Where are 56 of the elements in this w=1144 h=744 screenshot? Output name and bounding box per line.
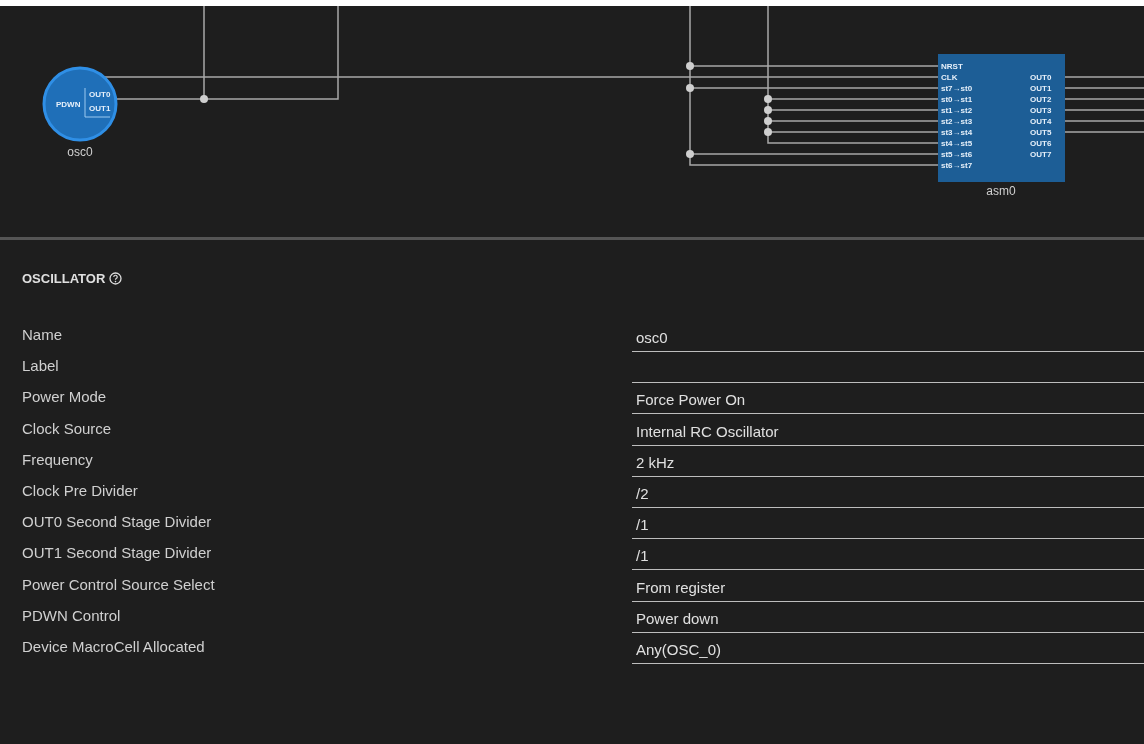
junction-dot	[686, 62, 694, 70]
property-label: PDWN Control	[22, 606, 122, 625]
pin-label: st2→st3	[941, 117, 973, 126]
pin-label: OUT6	[1030, 139, 1052, 148]
oscillator-node[interactable]	[42, 66, 118, 142]
pin-label: OUT2	[1030, 95, 1052, 104]
junction-dot	[686, 150, 694, 158]
node-label: asm0	[986, 184, 1016, 198]
value-field[interactable]: Force Power On	[632, 391, 1144, 415]
pin-label: OUT4	[1030, 117, 1052, 126]
pin-label: PDWN	[56, 100, 81, 109]
junction-dot	[764, 106, 772, 114]
pin-label: OUT0	[1030, 73, 1052, 82]
value-field[interactable]: /1	[632, 547, 1144, 571]
junction-dot	[200, 95, 208, 103]
value-field[interactable]: /1	[632, 516, 1144, 540]
value-field[interactable]: Power down	[632, 609, 1144, 633]
junction-dot	[764, 95, 772, 103]
value-field[interactable]: 2 kHz	[632, 453, 1144, 477]
value-field[interactable]: osc0	[632, 329, 1144, 352]
property-label: Name	[22, 326, 63, 344]
property-label: Device MacroCell Allocated	[22, 637, 206, 656]
pin-label: OUT7	[1030, 150, 1052, 159]
property-label: Frequency	[22, 450, 94, 469]
pin-label: st1→st2	[941, 106, 973, 115]
property-label: Clock Source	[22, 419, 113, 438]
pin-label: OUT3	[1030, 106, 1052, 115]
pin-label: st6→st7	[941, 161, 973, 170]
value-field[interactable]: Internal RC Oscillator	[632, 422, 1144, 446]
help-icon[interactable]	[109, 271, 123, 285]
junction-dot	[764, 128, 772, 136]
pin-label: OUT1	[89, 104, 111, 113]
pin-label: OUT0	[89, 90, 111, 99]
property-label: OUT0 Second Stage Divider	[22, 513, 213, 532]
block-node[interactable]	[938, 54, 1065, 182]
section-title: OSCILLATOR	[22, 270, 106, 286]
pin-label: st7→st0	[941, 84, 973, 93]
property-label: OUT1 Second Stage Divider	[22, 544, 213, 563]
value-field[interactable]: /2	[632, 484, 1144, 508]
pin-label: CLK	[941, 73, 958, 82]
property-label: Power Control Source Select	[22, 575, 216, 594]
property-label: Label	[22, 357, 60, 376]
value-field[interactable]: Any(OSC_0)	[632, 640, 1144, 664]
junction-dot	[686, 84, 694, 92]
pin-label: NRST	[941, 62, 963, 71]
pin-label: OUT5	[1030, 128, 1052, 137]
node-label: osc0	[67, 145, 93, 159]
pin-label: st4→st5	[941, 139, 973, 148]
property-label: Power Mode	[22, 388, 108, 407]
junction-dot	[764, 117, 772, 125]
pin-label: st3→st4	[941, 128, 973, 137]
pin-label: st5→st6	[941, 150, 973, 159]
value-field[interactable]: From register	[632, 578, 1144, 602]
pin-label: OUT1	[1030, 84, 1052, 93]
pin-label: st0→st1	[941, 95, 973, 104]
property-label: Clock Pre Divider	[22, 481, 139, 500]
